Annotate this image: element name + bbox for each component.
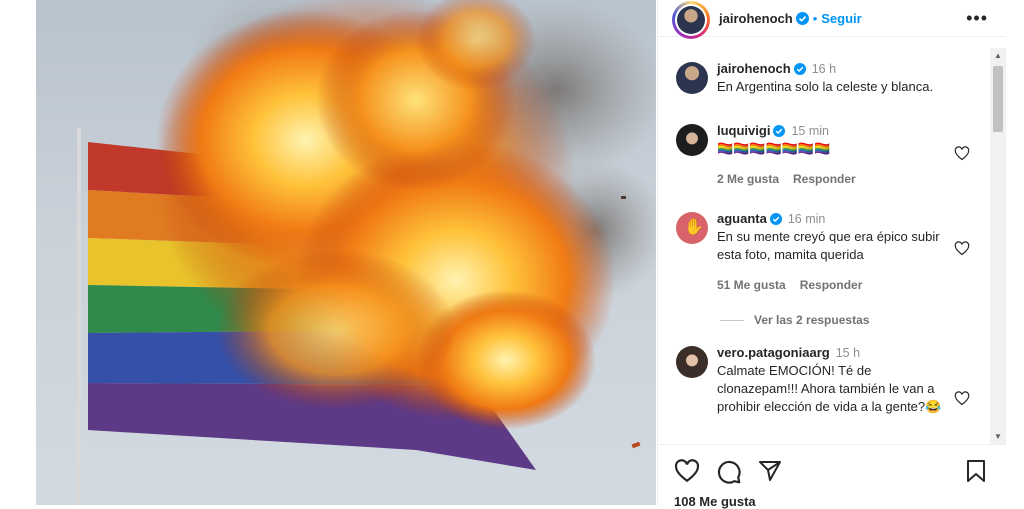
verified-icon (795, 12, 809, 25)
scrollbar-thumb[interactable] (993, 66, 1003, 132)
post-side-panel: jairohenoch • Seguir ••• jairohenoch 16 h E… (657, 0, 1006, 509)
verified-icon (769, 213, 782, 225)
verified-icon (773, 125, 786, 137)
comment-username[interactable]: aguanta (717, 211, 767, 226)
separator-dot: • (812, 11, 818, 26)
comment-likes[interactable]: 2 Me gusta (717, 172, 779, 186)
like-comment-icon[interactable] (954, 391, 970, 406)
like-icon[interactable] (674, 459, 700, 483)
scroll-up-icon[interactable]: ▲ (994, 51, 1002, 60)
comment-username[interactable]: vero.patagoniaarg (717, 345, 830, 360)
reply-button[interactable]: Responder (800, 278, 863, 292)
scroll-down-icon[interactable]: ▼ (994, 432, 1002, 441)
comment-time: 16 h (811, 62, 837, 76)
commenter-avatar[interactable] (676, 346, 708, 378)
save-bookmark-icon[interactable] (966, 459, 986, 483)
author-avatar[interactable] (672, 1, 710, 39)
commenter-avatar[interactable] (676, 124, 708, 156)
view-replies-button[interactable]: Ver las 2 respuestas (720, 313, 869, 327)
comment-icon[interactable] (716, 459, 742, 485)
more-options-icon[interactable]: ••• (966, 8, 988, 29)
divider-line (720, 320, 744, 322)
reply-button[interactable]: Responder (793, 172, 856, 186)
view-replies-label: Ver las 2 respuestas (754, 313, 870, 327)
verified-icon (793, 63, 806, 75)
author-avatar-small[interactable] (676, 62, 708, 94)
comment-time: 15 h (835, 346, 861, 360)
comments-scrollbar[interactable]: ▲ ▼ (990, 48, 1006, 444)
post-header: jairohenoch • Seguir ••• (658, 0, 1006, 39)
likes-count[interactable]: 108 Me gusta (674, 494, 756, 509)
burning-flag-image (77, 0, 656, 505)
post-image[interactable] (36, 0, 656, 505)
share-icon[interactable] (758, 459, 782, 483)
author-username[interactable]: jairohenoch (719, 11, 793, 26)
comment-time: 15 min (791, 124, 829, 138)
like-comment-icon[interactable] (954, 241, 970, 256)
comment-username[interactable]: luquivigi (717, 123, 770, 138)
comment-text: 🏳️‍🌈🏳️‍🌈🏳️‍🌈🏳️‍🌈🏳️‍🌈🏳️‍🌈🏳️‍🌈 (717, 141, 831, 156)
comment-text: En Argentina solo la celeste y blanca. (717, 79, 934, 94)
comment-text: En su mente creyó que era épico subir es… (717, 229, 940, 262)
comment-likes[interactable]: 51 Me gusta (717, 278, 786, 292)
comment-text: Calmate EMOCIÓN! Té de clonazepam!!! Aho… (717, 363, 942, 414)
comment-username[interactable]: jairohenoch (717, 61, 791, 76)
comments-list: jairohenoch 16 h En Argentina solo la cel… (658, 48, 1006, 444)
comment-meta: 2 Me gusta Responder (717, 172, 870, 186)
like-comment-icon[interactable] (954, 146, 970, 161)
follow-button[interactable]: Seguir (821, 11, 861, 26)
commenter-avatar[interactable]: ✋ (676, 212, 708, 244)
raised-hand-icon: ✋ (684, 219, 704, 236)
comment-time: 16 min (787, 212, 826, 226)
comment-meta: 51 Me gusta Responder (717, 278, 876, 292)
